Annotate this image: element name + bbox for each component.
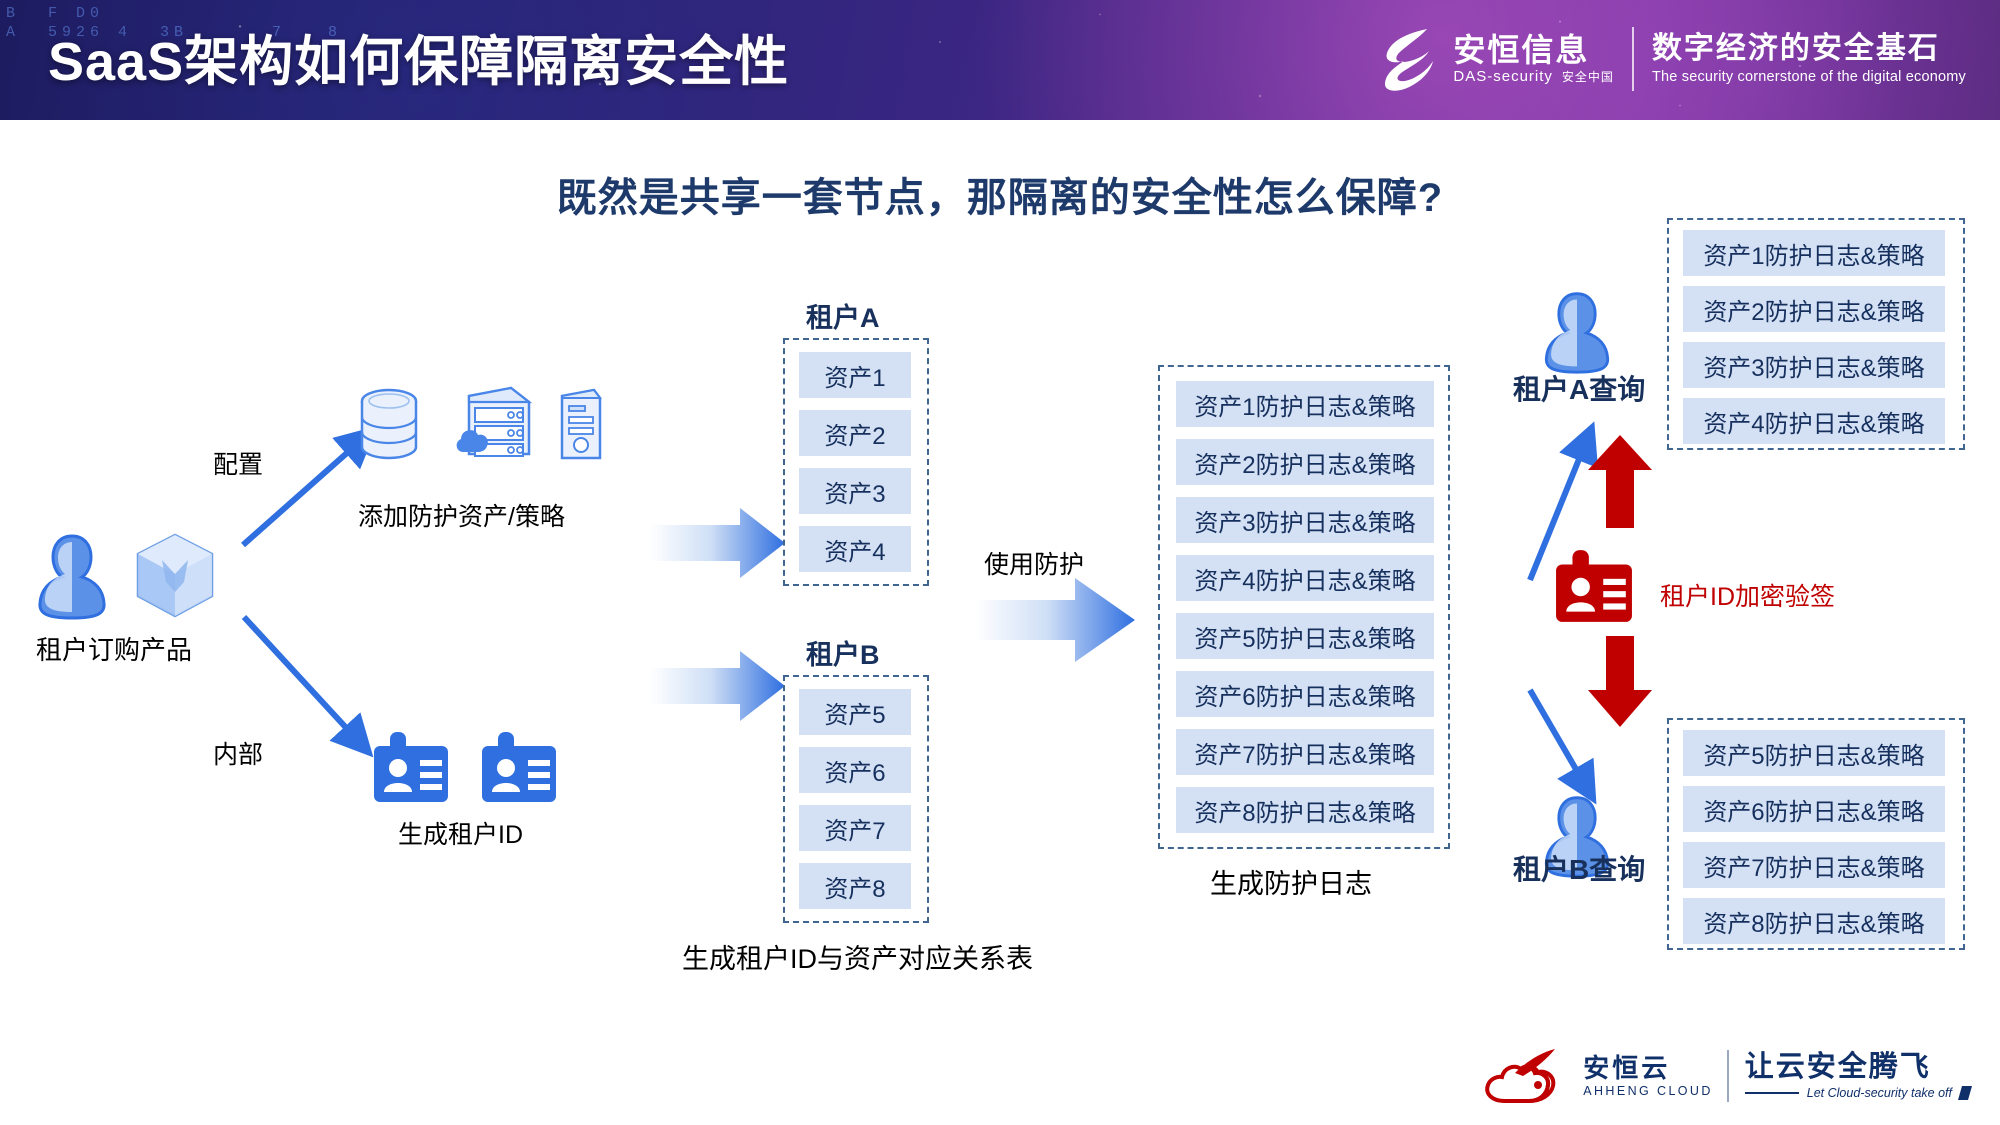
- footer-logo-divider: [1726, 1050, 1729, 1102]
- log-chip[interactable]: 资产5防护日志&策略: [1176, 613, 1434, 659]
- page-title: SaaS架构如何保障隔离安全性: [48, 32, 790, 92]
- log-chip[interactable]: 资产4防护日志&策略: [1176, 555, 1434, 601]
- log-chip[interactable]: 资产6防护日志&策略: [1176, 671, 1434, 717]
- query-result-chip[interactable]: 资产3防护日志&策略: [1683, 342, 1945, 388]
- tenant-a-query-label: 租户A查询: [1513, 374, 1646, 405]
- asset-chip[interactable]: 资产5: [799, 689, 911, 735]
- brand-block: 安恒信息 DAS-security 安全中国: [1453, 32, 1614, 86]
- asset-chip[interactable]: 资产2: [799, 410, 911, 456]
- tenant-b-title: 租户B: [806, 640, 880, 670]
- mapping-table-caption: 生成租户ID与资产对应关系表: [682, 944, 1033, 974]
- query-result-chip[interactable]: 资产5防护日志&策略: [1683, 730, 1945, 776]
- query-result-chip[interactable]: 资产1防护日志&策略: [1683, 230, 1945, 276]
- footer-slogan-cn: 让云安全腾飞: [1744, 1051, 1931, 1083]
- ahheng-cloud-logo-icon: [1481, 1045, 1573, 1107]
- arrow-verify-down: [1588, 636, 1652, 727]
- log-chip[interactable]: 资产3防护日志&策略: [1176, 497, 1434, 543]
- generate-tenant-id-label: 生成租户ID: [398, 821, 524, 849]
- product-cube-icon: [132, 530, 218, 627]
- asset-chip[interactable]: 资产1: [799, 352, 911, 398]
- log-chip[interactable]: 资产8防护日志&策略: [1176, 787, 1434, 833]
- footer-logo: 安恒云 AHHENG CLOUD 让云安全腾飞 Let Cloud-securi…: [1481, 1045, 1973, 1107]
- log-chip[interactable]: 资产7防护日志&策略: [1176, 729, 1434, 775]
- tenant-id-badge-icon-2: [480, 730, 558, 809]
- use-protection-label: 使用防护: [984, 551, 1085, 579]
- arrow-verify-up: [1588, 435, 1652, 528]
- database-icon: [358, 386, 420, 467]
- asset-chip[interactable]: 资产6: [799, 747, 911, 793]
- asset-chip[interactable]: 资产7: [799, 805, 911, 851]
- query-result-chip[interactable]: 资产8防护日志&策略: [1683, 898, 1945, 944]
- arrow-query-b: [1527, 688, 1597, 805]
- slogan-en: The security cornerstone of the digital …: [1651, 69, 1966, 85]
- arrow-to-tenant-b: [650, 651, 785, 721]
- das-security-logo-icon: [1377, 23, 1441, 95]
- slide-root: B F D0 A 5926 4 3B 7 8 SaaS架构如何保障隔离安全性 安…: [0, 0, 2000, 1125]
- tenant-b-box: 资产5 资产6 资产7 资产8: [783, 675, 929, 923]
- section-subtitle: 既然是共享一套节点，那隔离的安全性怎么保障?: [556, 176, 1444, 220]
- brand-tagline-cn: 安全中国: [1561, 70, 1614, 84]
- query-result-chip[interactable]: 资产4防护日志&策略: [1683, 398, 1945, 444]
- slogan-cn: 数字经济的安全基石: [1651, 32, 1940, 65]
- brand-name-en-row: DAS-security 安全中国: [1453, 68, 1614, 86]
- asset-chip[interactable]: 资产4: [799, 526, 911, 572]
- footer-slogan-block: 让云安全腾飞 Let Cloud-security take off: [1744, 1051, 1973, 1101]
- edge-label-internal: 内部: [213, 741, 264, 769]
- query-result-chip[interactable]: 资产7防护日志&策略: [1683, 842, 1945, 888]
- tenant-a-title: 租户A: [806, 303, 880, 333]
- arrow-internal: [241, 614, 374, 758]
- query-result-chip[interactable]: 资产2防护日志&策略: [1683, 286, 1945, 332]
- cloud-server-icon: [455, 382, 533, 467]
- footer-rule-decoration: [1744, 1092, 1799, 1094]
- header-banner: B F D0 A 5926 4 3B 7 8 SaaS架构如何保障隔离安全性 安…: [0, 0, 2000, 120]
- tenant-user-icon: [36, 530, 108, 627]
- protection-log-box: 资产1防护日志&策略 资产2防护日志&策略 资产3防护日志&策略 资产4防护日志…: [1158, 365, 1450, 849]
- log-chip[interactable]: 资产2防护日志&策略: [1176, 439, 1434, 485]
- tenant-b-result-box: 资产5防护日志&策略 资产6防护日志&策略 资产7防护日志&策略 资产8防护日志…: [1667, 718, 1965, 950]
- tenant-a-result-box: 资产1防护日志&策略 资产2防护日志&策略 资产3防护日志&策略 资产4防护日志…: [1667, 218, 1965, 450]
- tenant-b-query-label: 租户B查询: [1513, 854, 1646, 885]
- log-chip[interactable]: 资产1防护日志&策略: [1176, 381, 1434, 427]
- arrow-to-tenant-a: [650, 508, 785, 578]
- footer-tick-decoration: [1957, 1086, 1973, 1100]
- encrypt-sign-label: 租户ID加密验签: [1660, 583, 1836, 611]
- company-logo: 安恒信息 DAS-security 安全中国 数字经济的安全基石 The sec…: [1377, 18, 1966, 100]
- footer-brand-block: 安恒云 AHHENG CLOUD: [1583, 1052, 1713, 1099]
- tenant-id-encrypt-badge-icon: [1554, 548, 1634, 629]
- footer-brand-cn: 安恒云: [1583, 1052, 1671, 1083]
- asset-chip[interactable]: 资产3: [799, 468, 911, 514]
- arrow-use-protection: [975, 578, 1135, 662]
- footer-brand-en: AHHENG CLOUD: [1583, 1083, 1713, 1098]
- tenant-a-box: 资产1 资产2 资产3 资产4: [783, 338, 929, 586]
- edge-label-configure: 配置: [213, 451, 264, 479]
- tenant-id-badge-icon-1: [372, 730, 450, 809]
- server-tower-icon: [556, 386, 604, 467]
- logo-divider: [1631, 27, 1634, 91]
- query-result-chip[interactable]: 资产6防护日志&策略: [1683, 786, 1945, 832]
- footer-slogan-en-row: Let Cloud-security take off: [1744, 1085, 1973, 1101]
- generate-log-caption: 生成防护日志: [1210, 869, 1372, 899]
- brand-name-cn: 安恒信息: [1453, 32, 1590, 68]
- slogan-block: 数字经济的安全基石 The security cornerstone of th…: [1652, 31, 1966, 87]
- brand-name-en: DAS-security: [1453, 68, 1553, 85]
- add-assets-label: 添加防护资产/策略: [358, 503, 565, 531]
- footer-slogan-en: Let Cloud-security take off: [1806, 1086, 1952, 1100]
- asset-chip[interactable]: 资产8: [799, 863, 911, 909]
- tenant-order-label: 租户订购产品: [36, 635, 193, 665]
